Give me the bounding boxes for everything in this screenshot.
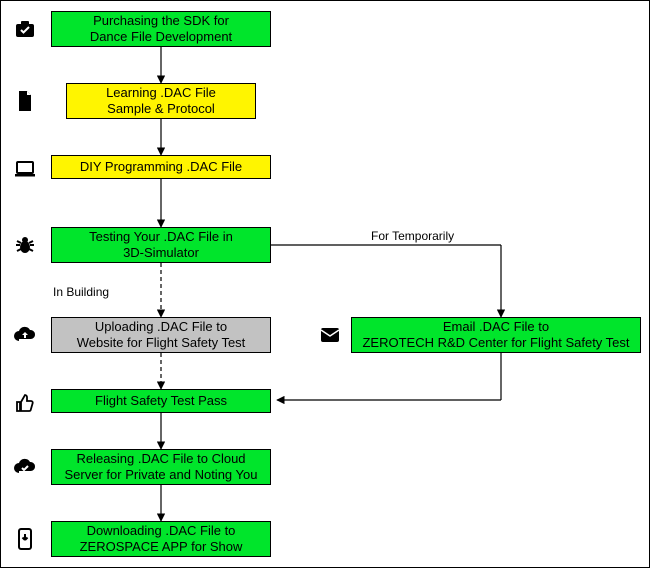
thumbs-up-icon xyxy=(13,391,37,415)
phone-download-icon xyxy=(13,527,37,551)
node-label: Purchasing the SDK for Dance File Develo… xyxy=(90,13,232,44)
cloud-check-icon xyxy=(13,455,37,479)
email-icon xyxy=(318,323,342,347)
bug-icon xyxy=(13,233,37,257)
flowchart-canvas: Purchasing the SDK for Dance File Develo… xyxy=(0,0,650,568)
node-purchase-sdk: Purchasing the SDK for Dance File Develo… xyxy=(51,11,271,47)
node-testing-simulator: Testing Your .DAC File in 3D-Simulator xyxy=(51,227,271,263)
node-release-cloud: Releasing .DAC File to Cloud Server for … xyxy=(51,449,271,485)
node-download-app: Downloading .DAC File to ZEROSPACE APP f… xyxy=(51,521,271,557)
file-icon xyxy=(13,89,37,113)
node-label: Testing Your .DAC File in 3D-Simulator xyxy=(89,229,233,260)
node-label: Downloading .DAC File to ZEROSPACE APP f… xyxy=(80,523,243,554)
node-label: Email .DAC File to ZEROTECH R&D Center f… xyxy=(362,319,629,350)
node-label: Flight Safety Test Pass xyxy=(95,393,227,409)
node-learn-dac: Learning .DAC File Sample & Protocol xyxy=(66,83,256,119)
cloud-upload-icon xyxy=(13,323,37,347)
node-label: DIY Programming .DAC File xyxy=(80,159,242,175)
node-upload-website: Uploading .DAC File to Website for Fligh… xyxy=(51,317,271,353)
label-in-building: In Building xyxy=(53,285,109,299)
node-email-rd: Email .DAC File to ZEROTECH R&D Center f… xyxy=(351,317,641,353)
briefcase-check-icon xyxy=(13,17,37,41)
node-label: Learning .DAC File Sample & Protocol xyxy=(106,85,216,116)
laptop-icon xyxy=(13,157,37,181)
node-label: Releasing .DAC File to Cloud Server for … xyxy=(65,451,258,482)
node-flight-safety-pass: Flight Safety Test Pass xyxy=(51,389,271,413)
node-label: Uploading .DAC File to Website for Fligh… xyxy=(77,319,246,350)
node-diy-programming: DIY Programming .DAC File xyxy=(51,155,271,179)
label-for-temporarily: For Temporarily xyxy=(371,229,454,243)
